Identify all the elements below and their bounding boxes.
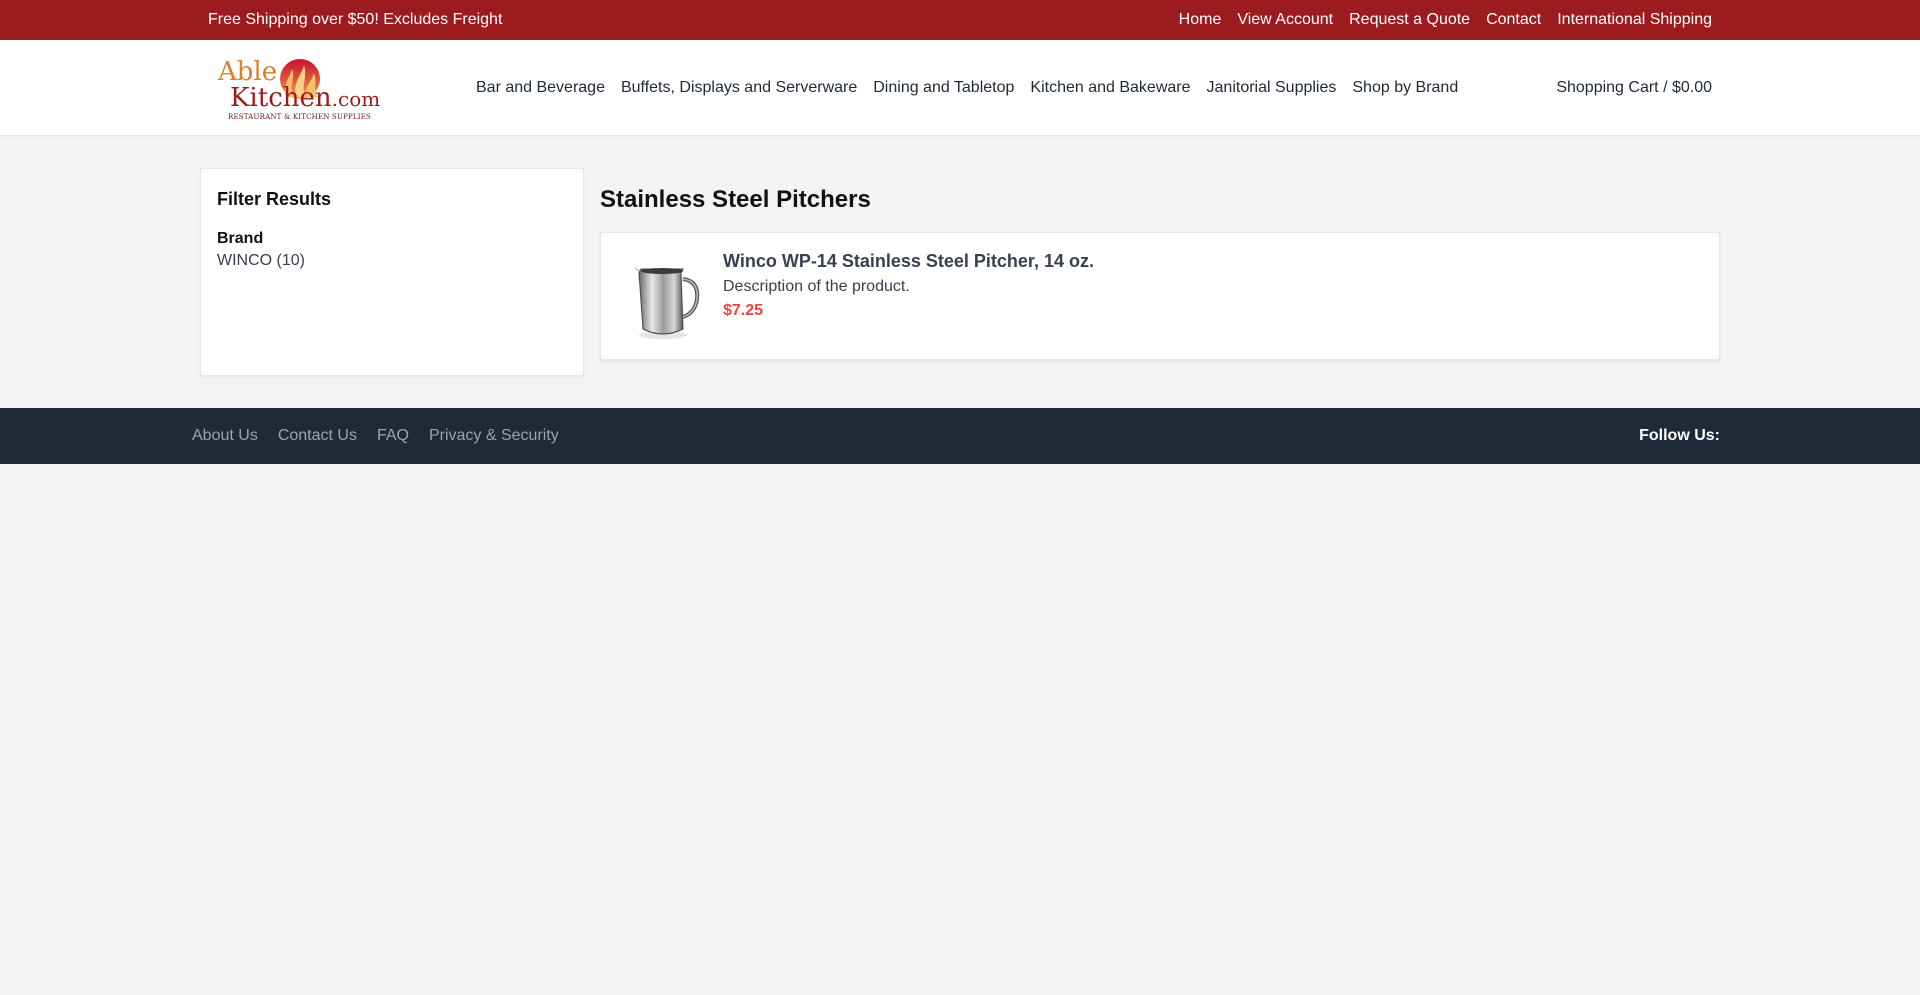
- footer-contact-us-link[interactable]: Contact Us: [278, 427, 357, 445]
- product-listing: Stainless Steel Pitchers Winco WP-14 Sta…: [600, 168, 1720, 376]
- nav-dining-and-tabletop[interactable]: Dining and Tabletop: [873, 79, 1014, 97]
- product-name[interactable]: Winco WP-14 Stainless Steel Pitcher, 14 …: [723, 251, 1094, 272]
- footer-faq-link[interactable]: FAQ: [377, 427, 409, 445]
- site-footer: About Us Contact Us FAQ Privacy & Securi…: [0, 408, 1920, 464]
- promo-bar: Free Shipping over $50! Excludes Freight…: [0, 0, 1920, 40]
- footer-about-us-link[interactable]: About Us: [192, 427, 258, 445]
- product-price: $7.25: [723, 302, 764, 319]
- footer-nav: About Us Contact Us FAQ Privacy & Securi…: [192, 427, 559, 445]
- contact-link[interactable]: Contact: [1486, 11, 1541, 29]
- logo-com-text: .com: [331, 87, 381, 111]
- nav-bar-and-beverage[interactable]: Bar and Beverage: [476, 79, 605, 97]
- product-info: Winco WP-14 Stainless Steel Pitcher, 14 …: [723, 251, 1094, 320]
- filter-sidebar: Filter Results Brand WINCO (10): [200, 168, 584, 376]
- home-link[interactable]: Home: [1179, 11, 1222, 29]
- product-description: Description of the product.: [723, 278, 910, 295]
- site-logo[interactable]: Able Kitchen.com RESTAURANT & KITCHEN SU…: [216, 53, 380, 123]
- main-nav: Bar and Beverage Buffets, Displays and S…: [476, 79, 1458, 97]
- brand-filter-option[interactable]: WINCO (10): [217, 252, 567, 270]
- nav-kitchen-and-bakeware[interactable]: Kitchen and Bakeware: [1030, 79, 1190, 97]
- filter-title: Filter Results: [217, 189, 332, 209]
- utility-nav: Home View Account Request a Quote Contac…: [1179, 11, 1712, 29]
- product-card[interactable]: Winco WP-14 Stainless Steel Pitcher, 14 …: [600, 232, 1720, 360]
- logo-tagline: RESTAURANT & KITCHEN SUPPLIES: [228, 113, 372, 121]
- nav-buffets-displays[interactable]: Buffets, Displays and Serverware: [621, 79, 857, 97]
- international-shipping-link[interactable]: International Shipping: [1557, 11, 1712, 29]
- pitcher-image[interactable]: [617, 251, 713, 347]
- page-content: Filter Results Brand WINCO (10) Stainles…: [200, 168, 1720, 376]
- view-account-link[interactable]: View Account: [1237, 11, 1333, 29]
- shopping-cart-link[interactable]: Shopping Cart / $0.00: [1556, 79, 1712, 97]
- request-quote-link[interactable]: Request a Quote: [1349, 11, 1470, 29]
- brand-filter-heading: Brand: [217, 230, 264, 247]
- nav-janitorial-supplies[interactable]: Janitorial Supplies: [1207, 79, 1337, 97]
- page-title: Stainless Steel Pitchers: [600, 186, 871, 213]
- footer-privacy-link[interactable]: Privacy & Security: [429, 427, 559, 445]
- logo-kitchen-word: Kitchen: [230, 83, 332, 113]
- logo-kitchen-text: Kitchen.com: [230, 83, 380, 113]
- site-header: Able Kitchen.com RESTAURANT & KITCHEN SU…: [0, 40, 1920, 136]
- promo-text: Free Shipping over $50! Excludes Freight: [208, 11, 503, 28]
- nav-shop-by-brand[interactable]: Shop by Brand: [1352, 79, 1458, 97]
- follow-us-label: Follow Us:: [1639, 427, 1720, 444]
